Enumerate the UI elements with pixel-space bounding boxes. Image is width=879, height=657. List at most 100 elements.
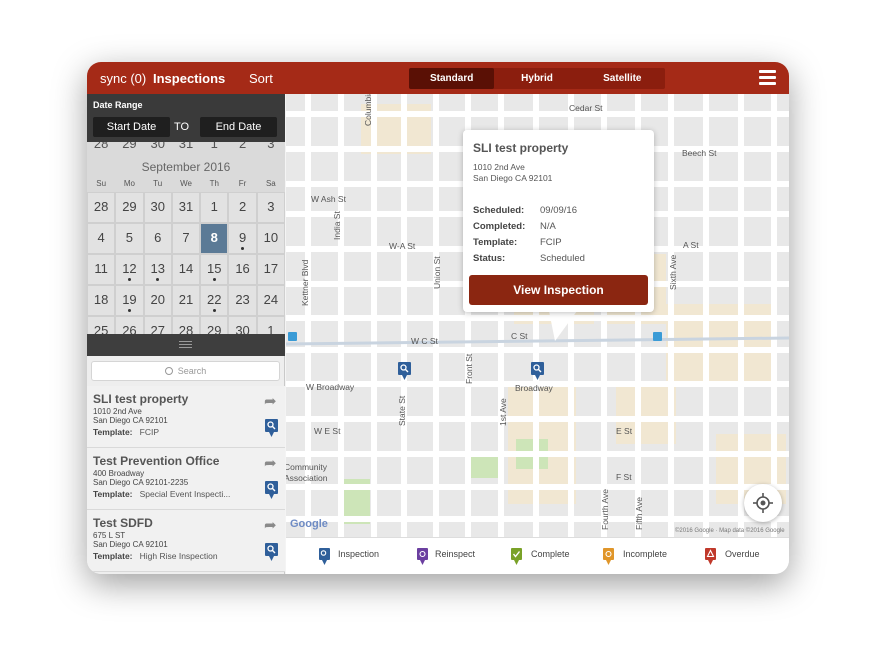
legend-label: Incomplete: [623, 549, 668, 559]
map-pin-icon[interactable]: [398, 362, 411, 380]
map-type-hybrid[interactable]: Hybrid: [494, 68, 579, 89]
popup-field-key: Status:: [473, 253, 506, 264]
calendar-day[interactable]: 12: [115, 254, 144, 285]
transit-icon: [288, 332, 297, 341]
calendar-day[interactable]: 24: [256, 285, 285, 316]
start-date-button[interactable]: Start Date: [93, 117, 170, 137]
calendar-day[interactable]: 15: [200, 254, 229, 285]
calendar-day[interactable]: 20: [143, 285, 172, 316]
sync-button[interactable]: sync (0): [100, 71, 146, 86]
legend-label: Overdue: [725, 549, 760, 559]
calendar-day[interactable]: 11: [87, 254, 116, 285]
share-arrow-icon[interactable]: ➦: [264, 392, 277, 410]
calendar-day[interactable]: 16: [228, 254, 257, 285]
calendar-day[interactable]: 7: [171, 223, 201, 254]
calendar-day[interactable]: 21: [171, 285, 201, 316]
calendar-day[interactable]: 5: [115, 223, 144, 254]
map-pin-icon[interactable]: [265, 419, 278, 437]
street-label: C St: [511, 331, 528, 341]
calendar-day[interactable]: 23: [228, 285, 257, 316]
calendar-day[interactable]: 19: [115, 285, 144, 316]
calendar-day[interactable]: 13: [143, 254, 172, 285]
property-address-line1: 1010 2nd Ave: [93, 407, 142, 416]
map-pin-icon[interactable]: [531, 362, 544, 380]
property-list-item[interactable]: Test Prevention Office 400 Broadway San …: [87, 448, 285, 510]
weekday-label: Su: [96, 179, 107, 188]
share-arrow-icon[interactable]: ➦: [264, 454, 277, 472]
calendar-day[interactable]: 31: [172, 142, 200, 154]
to-label: TO: [174, 121, 190, 133]
property-list-item[interactable]: SLI test property 1010 2nd Ave San Diego…: [87, 386, 285, 448]
calendar: 28 29 30 31 1 2 3 September 2016 Su Mo T…: [87, 142, 285, 334]
calendar-day[interactable]: 8: [200, 223, 229, 254]
property-list-item[interactable]: Test SDFD 675 L ST San Diego CA 92101 Te…: [87, 510, 285, 572]
popup-address-line2: San Diego CA 92101: [473, 173, 553, 183]
calendar-day[interactable]: 3: [257, 142, 285, 154]
calendar-day[interactable]: 29: [200, 316, 229, 334]
calendar-day[interactable]: 17: [256, 254, 285, 285]
calendar-day[interactable]: 28: [87, 142, 115, 154]
search-input[interactable]: Search: [91, 361, 280, 381]
street-label: Front St: [464, 353, 474, 384]
calendar-day[interactable]: 4: [87, 223, 116, 254]
calendar-day[interactable]: 14: [171, 254, 201, 285]
calendar-day[interactable]: 30: [228, 316, 257, 334]
property-template: Template: FCIP: [93, 427, 159, 437]
popup-field-value: Scheduled: [540, 253, 585, 264]
property-name: SLI test property: [93, 392, 189, 406]
calendar-day[interactable]: 1: [256, 316, 285, 334]
legend-label: Inspection: [338, 549, 380, 559]
calendar-day[interactable]: 2: [228, 142, 256, 154]
my-location-icon[interactable]: [744, 484, 782, 522]
map-type-satellite[interactable]: Satellite: [580, 68, 665, 89]
hamburger-menu-icon[interactable]: [759, 70, 776, 86]
search-icon: [164, 367, 173, 375]
calendar-day[interactable]: 31: [171, 192, 201, 223]
share-arrow-icon[interactable]: ➦: [264, 516, 277, 534]
template-label: Template:: [93, 489, 133, 499]
map-type-standard[interactable]: Standard: [409, 68, 495, 89]
sort-button[interactable]: Sort: [249, 71, 273, 86]
weekday-label: Tu: [153, 179, 163, 188]
calendar-day[interactable]: 26: [115, 316, 144, 334]
calendar-day[interactable]: 18: [87, 285, 116, 316]
calendar-day[interactable]: 1: [200, 192, 229, 223]
search-placeholder: Search: [177, 366, 207, 376]
calendar-day[interactable]: 28: [171, 316, 201, 334]
street-label: Fourth Ave: [600, 489, 610, 530]
calendar-day[interactable]: 29: [115, 192, 144, 223]
calendar-day[interactable]: 10: [256, 223, 285, 254]
street-label: Sixth Ave: [668, 254, 678, 290]
drag-handle[interactable]: [87, 334, 285, 356]
calendar-day[interactable]: 27: [143, 316, 172, 334]
calendar-day[interactable]: 30: [143, 192, 172, 223]
map-pin-icon[interactable]: [265, 543, 278, 561]
template-value: Special Event Inspecti...: [139, 489, 231, 499]
map-pin-icon[interactable]: [265, 481, 278, 499]
calendar-day[interactable]: 25: [87, 316, 116, 334]
view-inspection-button[interactable]: View Inspection: [469, 275, 648, 305]
calendar-day[interactable]: 22: [200, 285, 229, 316]
inspections-tab[interactable]: Inspections: [153, 71, 225, 86]
calendar-day[interactable]: 1: [200, 142, 228, 154]
map-type-segmented-control: Standard Hybrid Satellite: [409, 68, 665, 89]
property-template: Template: Special Event Inspecti...: [93, 489, 230, 499]
calendar-day[interactable]: 2: [228, 192, 257, 223]
reinspect-pin-icon: [417, 548, 428, 565]
ipad-screen: sync (0) Inspections Sort Standard Hybri…: [87, 62, 789, 574]
calendar-day[interactable]: 9: [228, 223, 257, 254]
weekday-label: Th: [209, 179, 219, 188]
calendar-day[interactable]: 30: [144, 142, 172, 154]
weekday-label: Fr: [238, 179, 247, 188]
calendar-day[interactable]: 3: [256, 192, 285, 223]
date-range-title: Date Range: [93, 100, 143, 110]
calendar-previous-week-partial: 28 29 30 31 1 2 3: [87, 142, 285, 154]
calendar-day[interactable]: 28: [87, 192, 116, 223]
popup-tail: [549, 311, 577, 341]
calendar-day[interactable]: 29: [115, 142, 143, 154]
calendar-month-label: September 2016: [141, 160, 231, 174]
template-label: Template:: [93, 551, 133, 561]
calendar-day[interactable]: 6: [143, 223, 172, 254]
end-date-button[interactable]: End Date: [200, 117, 277, 137]
legend-bar: Inspection Reinspect Complete Incomplete…: [286, 537, 789, 574]
